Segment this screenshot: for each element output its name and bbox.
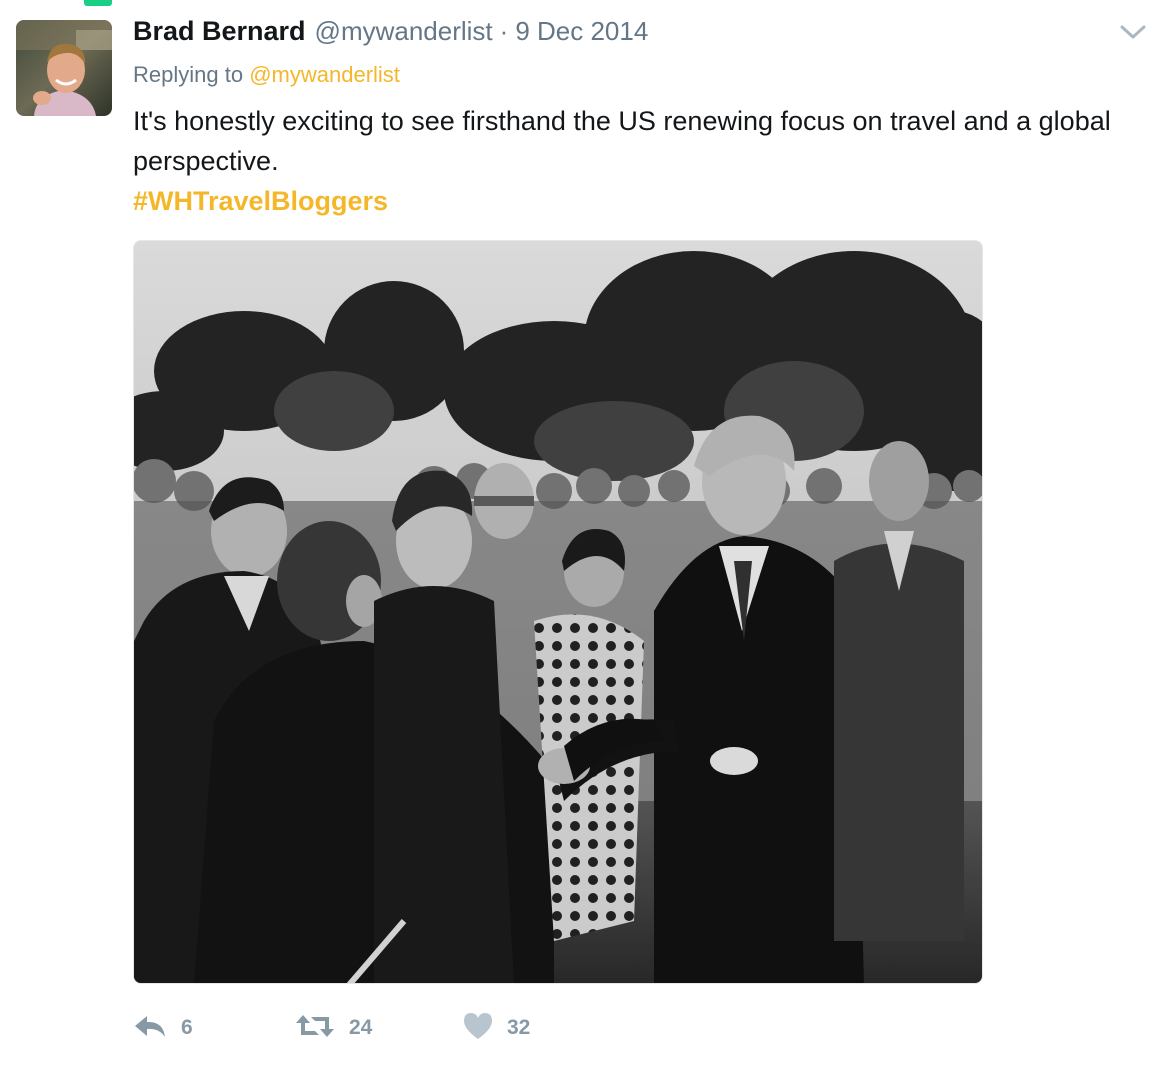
author-handle[interactable]: @mywanderlist bbox=[315, 16, 493, 47]
chevron-down-icon[interactable] bbox=[1118, 20, 1148, 44]
tweet-header: Brad Bernard @mywanderlist · 9 Dec 2014 bbox=[133, 16, 648, 50]
tweet-card: Brad Bernard @mywanderlist · 9 Dec 2014 … bbox=[0, 0, 1166, 1066]
replying-to: Replying to @mywanderlist bbox=[133, 62, 400, 88]
hashtag-link[interactable]: #WHTravelBloggers bbox=[133, 181, 1123, 221]
retweet-icon bbox=[295, 1013, 335, 1044]
author-name[interactable]: Brad Bernard bbox=[133, 16, 306, 47]
reply-icon bbox=[133, 1013, 167, 1044]
retweet-button[interactable]: 24 bbox=[295, 1008, 372, 1048]
tweet-photo[interactable] bbox=[133, 240, 983, 984]
like-count: 32 bbox=[507, 1016, 531, 1039]
replying-prefix: Replying to bbox=[133, 62, 244, 87]
separator-dot: · bbox=[499, 16, 509, 46]
replying-handle-link[interactable]: @mywanderlist bbox=[249, 62, 400, 87]
tweet-text: It's honestly exciting to see firsthand … bbox=[133, 101, 1123, 221]
retweet-count: 24 bbox=[349, 1016, 373, 1039]
tweet-timestamp[interactable]: 9 Dec 2014 bbox=[515, 16, 648, 47]
unread-indicator bbox=[84, 0, 112, 6]
tweet-actions: 6 24 32 bbox=[133, 1008, 633, 1048]
reply-count: 6 bbox=[181, 1016, 193, 1039]
avatar[interactable] bbox=[16, 20, 112, 116]
tweet-body: It's honestly exciting to see firsthand … bbox=[133, 106, 1111, 176]
like-button[interactable]: 32 bbox=[463, 1008, 530, 1048]
heart-icon bbox=[463, 1012, 493, 1045]
reply-button[interactable]: 6 bbox=[133, 1008, 193, 1048]
